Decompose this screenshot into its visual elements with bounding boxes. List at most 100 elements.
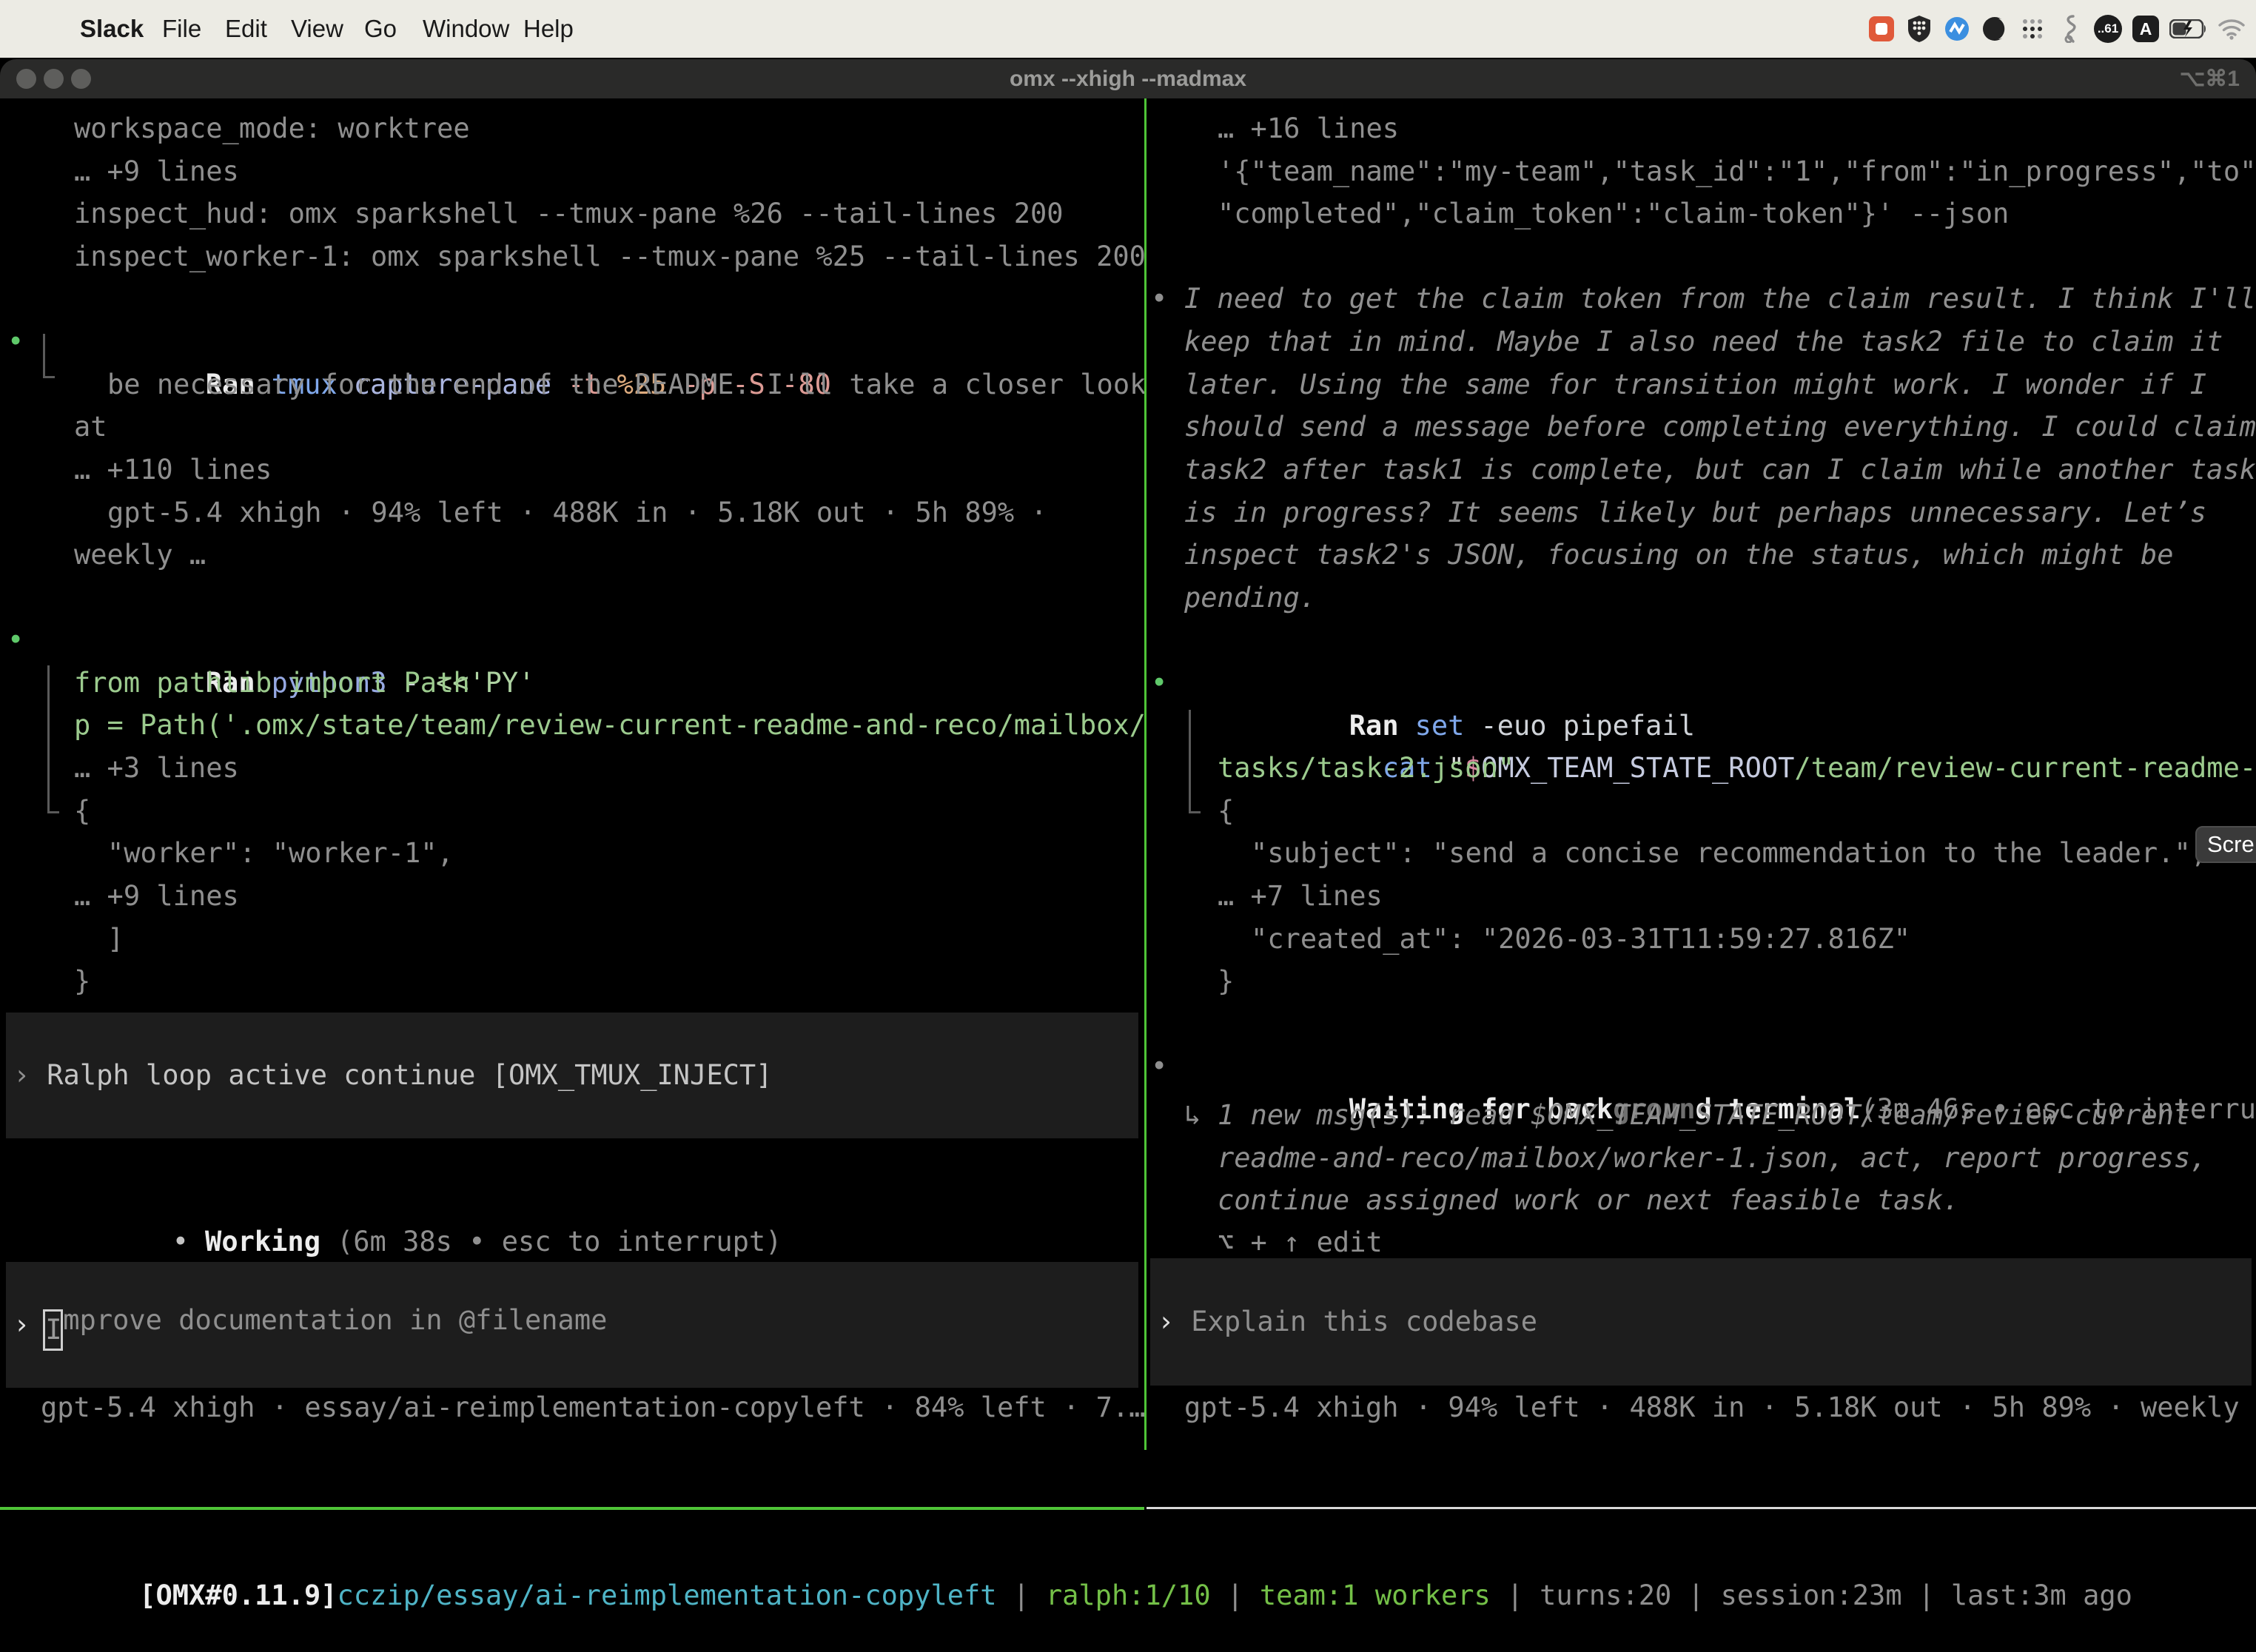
crescent-app-icon[interactable] [1981, 15, 2009, 43]
menu-item-view[interactable]: View [291, 0, 343, 58]
model-status-line: gpt-5.4 xhigh · 94% left · 488K in · 5.1… [1184, 1386, 2256, 1429]
output-line: weekly … [74, 534, 206, 577]
omx-repo: cczip/essay/ai-reimplementation-copyleft [338, 1579, 997, 1611]
output-line: } [1218, 960, 1234, 1003]
omx-turns: turns:20 [1540, 1579, 1671, 1611]
menu-item-go[interactable]: Go [364, 0, 397, 58]
prompt-input-left[interactable]: › Improve documentation in @filename [6, 1262, 1138, 1388]
prompt-chevron-icon: › [13, 1054, 30, 1097]
log-line: "completed","claim_token":"claim-token"}… [1218, 192, 2009, 235]
log-line: workspace_mode: worktree [74, 107, 470, 150]
thinking-line: inspect task2's JSON, focusing on the st… [1184, 534, 2174, 577]
input-placeholder: Explain this codebase [1191, 1300, 1537, 1343]
prompt-input-right[interactable]: › Explain this codebase [1150, 1258, 2252, 1386]
output-line: ] [107, 918, 124, 961]
thinking-line: keep that in mind. Maybe I also need the… [1184, 320, 2223, 363]
separator: | [1688, 1579, 1704, 1611]
battery-icon[interactable] [2169, 15, 2208, 43]
menu-app-name[interactable]: Slack [80, 0, 144, 58]
omx-session-time: session:23m [1721, 1579, 1902, 1611]
omx-last-activity: last:3m ago [1951, 1579, 2132, 1611]
apple-menu-icon[interactable] [30, 0, 70, 58]
working-label: Working [205, 1226, 320, 1258]
output-line: "subject": "send a concise recommendatio… [1251, 832, 2207, 875]
macos-menu-bar: Slack File Edit View Go Window Help [0, 0, 2256, 58]
left-pane-hud[interactable]: workspace_mode: worktree … +9 lines insp… [0, 98, 1144, 1450]
window-title-bar[interactable]: omx --xhigh --madmax ⌥⌘1 [0, 59, 2256, 98]
screen-notification-label: Scre [2207, 831, 2255, 857]
chat-app-icon[interactable] [1867, 15, 1896, 43]
log-line: … +9 lines [74, 150, 239, 193]
badge-61-icon[interactable]: ..61 [2094, 15, 2122, 43]
mailbox-msg-line: 1 new msg(s): read $OMX_TEAM_STATE_ROOT/… [1218, 1094, 2207, 1137]
log-line: inspect_worker-1: omx sparkshell --tmux-… [74, 235, 1146, 278]
output-line: } [74, 960, 90, 1003]
output-line: … +110 lines [74, 449, 272, 491]
terminal-content: workspace_mode: worktree … +9 lines insp… [0, 98, 2256, 1652]
output-corner-bracket [43, 334, 55, 378]
log-line: … +16 lines [1218, 107, 1399, 150]
output-line: gpt-5.4 xhigh · 94% left · 488K in · 5.1… [107, 491, 1047, 534]
output-line: { [1218, 790, 1234, 833]
thinking-line: task2 after task1 is complete, but can I… [1184, 449, 2256, 491]
window-title: omx --xhigh --madmax [0, 59, 2256, 98]
badge-61-label: ..61 [2098, 21, 2118, 36]
mailbox-msg-line: readme-and-reco/mailbox/worker-1.json, a… [1218, 1137, 2207, 1180]
ralph-loop-banner: › Ralph loop active continue [OMX_TMUX_I… [6, 1013, 1138, 1138]
separator: | [1013, 1579, 1030, 1611]
menu-item-edit[interactable]: Edit [225, 0, 267, 58]
omx-team-workers: team:1 workers [1260, 1579, 1491, 1611]
run-bullet-icon: • [7, 619, 24, 662]
output-line: { [74, 790, 90, 833]
path-segment: /team/review-current-readme-and-reco/ [1794, 752, 2256, 784]
menu-item-window[interactable]: Window [423, 0, 509, 58]
window-shortcut: ⌥⌘1 [2180, 59, 2240, 98]
screen-notification-chip: Scre [2195, 826, 2256, 863]
separator: | [1507, 1579, 1523, 1611]
ralph-loop-text: Ralph loop active continue [OMX_TMUX_INJ… [47, 1054, 772, 1097]
wifi-icon[interactable] [2218, 15, 2246, 43]
terminal-window: omx --xhigh --madmax ⌥⌘1 workspace_mode:… [0, 59, 2256, 1652]
waiting-bullet-icon: • [1151, 1045, 1167, 1088]
screen: Slack File Edit View Go Window Help [0, 0, 2256, 1652]
omx-ralph-counter: ralph:1/10 [1046, 1579, 1211, 1611]
shield-grid-icon[interactable] [1905, 15, 1933, 43]
thinking-line: pending. [1184, 577, 1316, 620]
model-status-line: gpt-5.4 xhigh · essay/ai-reimplementatio… [41, 1386, 1145, 1429]
squiggle-icon[interactable] [2056, 15, 2084, 43]
log-line: '{"team_name":"my-team","task_id":"1","f… [1218, 150, 2256, 193]
code-line: p = Path('.omx/state/team/review-current… [74, 704, 1146, 747]
input-source-label: A [2140, 19, 2152, 39]
output-line: … +3 lines [74, 747, 239, 790]
output-line: … +9 lines [74, 875, 239, 918]
text-cursor: I [43, 1309, 63, 1351]
inactive-pane-bottom-border [1147, 1507, 2256, 1509]
active-pane-bottom-border [0, 1507, 1144, 1510]
prompt-chevron-icon: › [13, 1303, 30, 1346]
input-placeholder: Improve documentation in @filename [43, 1299, 607, 1351]
menu-item-file[interactable]: File [162, 0, 201, 58]
dots-grid-icon[interactable] [2018, 15, 2047, 43]
thinking-line: I need to get the claim token from the c… [1184, 278, 2256, 320]
working-meta: (6m 38s • esc to interrupt) [337, 1226, 782, 1258]
output-line: be necessary for the end of the README. … [107, 363, 1146, 406]
output-line: "created_at": "2026-03-31T11:59:27.816Z" [1251, 918, 1910, 961]
menu-bar-status-icons: ..61 A [1867, 0, 2246, 58]
omx-version: [OMX#0.11.9] [139, 1579, 337, 1611]
sync-app-icon[interactable] [1943, 15, 1971, 43]
right-pane-worker[interactable]: … +16 lines '{"team_name":"my-team","tas… [1146, 98, 2256, 1450]
thinking-line: should send a message before completing … [1184, 406, 2256, 449]
mailbox-msg-line: continue assigned work or next feasible … [1218, 1179, 1959, 1222]
thinking-line: later. Using the same for transition mig… [1184, 363, 2206, 406]
thinking-bullet-icon: • [1151, 278, 1167, 320]
output-line: "worker": "worker-1", [107, 832, 454, 875]
code-line: tasks/task-2.json" [1218, 747, 1514, 790]
input-source-icon[interactable]: A [2132, 15, 2160, 43]
code-line: from pathlib import Path [74, 662, 470, 705]
menu-item-help[interactable]: Help [523, 0, 574, 58]
run-bullet-icon: • [1151, 662, 1167, 705]
prompt-chevron-icon: › [1158, 1300, 1174, 1343]
env-var: OMX_TEAM_STATE_ROOT [1481, 752, 1794, 784]
code-block-bracket [47, 665, 59, 813]
mailbox-arrow-icon: ↳ [1184, 1094, 1201, 1137]
